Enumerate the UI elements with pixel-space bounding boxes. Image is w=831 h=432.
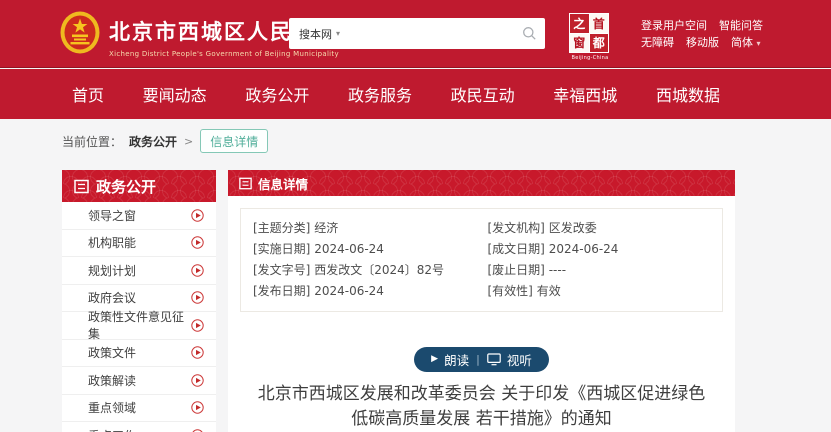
sidebar-item-policy-documents[interactable]: 政策文件 (62, 340, 216, 368)
site-subtitle: Xicheng District People's Government of … (109, 50, 339, 58)
sidebar-gov-info: 政务公开 领导之窗 机构职能 规划计划 政府会议 政策性文件意见征集 政策文件 … (62, 170, 216, 432)
breadcrumb-current-badge: 信息详情 (200, 129, 268, 153)
sidebar-item-planning[interactable]: 规划计划 (62, 257, 216, 285)
nav-item-xicheng-data[interactable]: 西城数据 (656, 82, 720, 106)
language-dropdown[interactable]: 简体 ▾ (731, 34, 761, 52)
sidebar-item-policy-interpretation[interactable]: 政策解读 (62, 367, 216, 395)
read-aloud-button[interactable]: 朗读 (444, 350, 469, 369)
meta-item: [有效性] 有效 (488, 281, 723, 302)
circle-arrow-icon (191, 291, 204, 304)
actions-row: ▶ 朗读 | 视听 (228, 346, 735, 372)
audio-visual-button[interactable]: 视听 (507, 350, 532, 369)
document-title: 北京市西城区发展和改革委员会 关于印发《西城区促进绿色低碳高质量发展 若干措施》… (250, 382, 713, 432)
sidebar-item-org-functions[interactable]: 机构职能 (62, 230, 216, 258)
accessibility-link[interactable]: 无障碍 (641, 34, 674, 52)
nav-item-public-interaction[interactable]: 政民互动 (451, 82, 515, 106)
list-icon (74, 179, 89, 194)
document-meta-box: [主题分类] 经济 [实施日期] 2024-06-24 [发文字号] 西发改文〔… (240, 208, 723, 312)
monitor-icon (487, 353, 501, 366)
meta-item: [主题分类] 经济 (253, 218, 488, 239)
nav-item-gov-services[interactable]: 政务服务 (348, 82, 412, 106)
info-detail-panel: 信息详情 [主题分类] 经济 [实施日期] 2024-06-24 [发文字号] … (228, 170, 735, 432)
site-header: 北京市西城区人民政府 Xicheng District People's Gov… (0, 0, 831, 68)
nav-item-news[interactable]: 要闻动态 (143, 82, 207, 106)
breadcrumb: 当前位置： 政务公开 > 信息详情 (62, 129, 268, 153)
caret-down-icon: ▾ (757, 39, 761, 48)
circle-arrow-icon (191, 374, 204, 387)
meta-col-left: [主题分类] 经济 [实施日期] 2024-06-24 [发文字号] 西发改文〔… (253, 218, 488, 302)
sidebar-menu: 领导之窗 机构职能 规划计划 政府会议 政策性文件意见征集 政策文件 政策解读 (62, 202, 216, 432)
login-user-space-link[interactable]: 登录用户空间 (641, 17, 707, 34)
sidebar-item-partial[interactable]: 重点工作 (62, 422, 216, 432)
circle-arrow-icon (191, 346, 204, 359)
search-icon[interactable] (522, 26, 537, 41)
circle-arrow-icon (191, 264, 204, 277)
sidebar-item-leaders-window[interactable]: 领导之窗 (62, 202, 216, 230)
header-quick-links: 登录用户空间 智能问答 无障碍 移动版 简体 ▾ (641, 17, 763, 52)
circle-arrow-icon (191, 236, 204, 249)
sidebar-item-key-areas[interactable]: 重点领域 (62, 395, 216, 423)
meta-item: [实施日期] 2024-06-24 (253, 239, 488, 260)
meta-item: [发文字号] 西发改文〔2024〕82号 (253, 260, 488, 281)
circle-arrow-icon (191, 319, 204, 332)
meta-col-right: [发文机构] 区发改委 [成文日期] 2024-06-24 [废止日期] ---… (488, 218, 723, 302)
circle-arrow-icon (191, 209, 204, 222)
breadcrumb-separator: > (184, 135, 193, 148)
capital-window-caption: Beijing-China (569, 55, 611, 61)
seal-char: 首 (590, 14, 609, 33)
nav-item-home[interactable]: 首页 (72, 82, 104, 106)
seal-char: 都 (590, 34, 609, 53)
national-emblem-icon (60, 11, 100, 54)
read-listen-button[interactable]: ▶ 朗读 | 视听 (414, 347, 549, 372)
seal-char: 之 (570, 14, 589, 33)
search-input[interactable] (340, 18, 522, 49)
button-divider: | (476, 353, 480, 366)
breadcrumb-prefix: 当前位置： (62, 133, 122, 150)
panel-body: [主题分类] 经济 [实施日期] 2024-06-24 [发文字号] 西发改文〔… (228, 196, 735, 432)
nav-item-gov-info[interactable]: 政务公开 (245, 82, 309, 106)
circle-arrow-icon (191, 401, 204, 414)
search-scope-label: 搜本网 (299, 26, 332, 42)
list-icon (239, 177, 252, 190)
search-box: 搜本网 ▾ (289, 18, 545, 49)
panel-header: 信息详情 (228, 170, 735, 196)
search-scope-dropdown[interactable]: 搜本网 ▾ (299, 26, 340, 42)
breadcrumb-section-link[interactable]: 政务公开 (129, 133, 177, 150)
capital-window-seal-icon: 之 首 窗 都 (569, 13, 609, 53)
mobile-version-link[interactable]: 移动版 (686, 34, 719, 52)
meta-item: [成文日期] 2024-06-24 (488, 239, 723, 260)
sidebar-item-policy-draft-comments[interactable]: 政策性文件意见征集 (62, 312, 216, 340)
seal-char: 窗 (570, 34, 589, 53)
meta-item: [发文机构] 区发改委 (488, 218, 723, 239)
main-navbar: 首页 要闻动态 政务公开 政务服务 政民互动 幸福西城 西城数据 (0, 69, 831, 119)
meta-item: [发布日期] 2024-06-24 (253, 281, 488, 302)
sidebar-title: 政务公开 (96, 176, 156, 197)
play-icon: ▶ (431, 355, 438, 364)
nav-item-happy-xicheng[interactable]: 幸福西城 (553, 82, 617, 106)
smart-qa-link[interactable]: 智能问答 (719, 17, 763, 34)
panel-title: 信息详情 (258, 174, 308, 193)
capital-window-logo[interactable]: 之 首 窗 都 Beijing-China (569, 13, 611, 61)
sidebar-header: 政务公开 (62, 170, 216, 202)
meta-item: [废止日期] ---- (488, 260, 723, 281)
